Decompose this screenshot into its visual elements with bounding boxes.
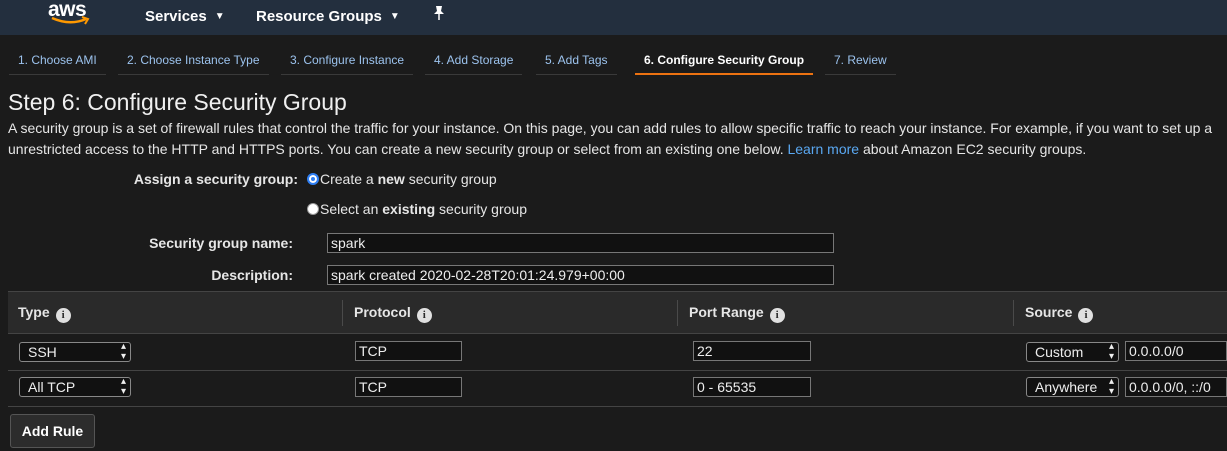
source-cidr-field[interactable]: 0.0.0.0/0, ::/0 [1125, 377, 1227, 397]
option-existing-suffix: security group [435, 201, 527, 217]
port-range-field[interactable]: 22 [693, 341, 811, 361]
select-arrows-icon: ▴ ▾ [120, 341, 126, 362]
intro-text: A security group is a set of firewall ru… [8, 118, 1227, 160]
tab-add-tags[interactable]: 5. Add Tags [536, 47, 617, 75]
info-icon[interactable]: i [55, 308, 71, 323]
tab-review[interactable]: 7. Review [825, 47, 896, 75]
resource-groups-menu[interactable]: Resource Groups ▼ [256, 8, 400, 25]
source-select[interactable]: Custom ▴ ▾ [1026, 342, 1119, 362]
type-select-value: All TCP [28, 379, 76, 395]
chevron-down-icon: ▼ [214, 11, 225, 22]
tab-configure-instance[interactable]: 3. Configure Instance [281, 47, 414, 75]
select-arrows-icon: ▴ ▾ [120, 376, 126, 397]
info-icon[interactable]: i [416, 308, 432, 323]
aws-logo[interactable]: aws [48, 0, 94, 30]
header-source-label: Source [1025, 304, 1073, 320]
header-type: Type i [18, 304, 71, 323]
option-existing-prefix: Select an [320, 201, 383, 217]
select-arrows-icon: ▴ ▾ [1108, 341, 1114, 362]
header-port-range-label: Port Range [689, 304, 764, 320]
header-protocol-label: Protocol [354, 304, 411, 320]
intro-line-2: unrestricted access to the HTTP and HTTP… [8, 139, 1227, 160]
tab-add-storage[interactable]: 4. Add Storage [425, 47, 523, 75]
header-type-label: Type [18, 304, 50, 320]
radio-select-existing[interactable] [307, 203, 319, 215]
page-title: Step 6: Configure Security Group [8, 89, 347, 115]
description-input[interactable]: spark created 2020-02-28T20:01:24.979+00… [327, 265, 834, 285]
source-select[interactable]: Anywhere ▴ ▾ [1026, 377, 1119, 397]
assign-security-group-label: Assign a security group: [133, 171, 298, 187]
type-select[interactable]: All TCP ▴ ▾ [19, 377, 131, 397]
option-existing-bold: existing [382, 201, 436, 217]
column-divider [1013, 300, 1014, 326]
option-new-bold: new [377, 171, 405, 187]
services-label: Services [145, 8, 207, 25]
header-protocol: Protocol i [354, 304, 432, 323]
security-group-name-input[interactable]: spark [327, 233, 834, 253]
learn-more-link[interactable]: Learn more [787, 141, 859, 157]
services-menu[interactable]: Services ▼ [145, 8, 225, 25]
security-rules-table: Type i Protocol i Port Range i Source i SSH ▴… [8, 291, 1227, 407]
resource-groups-label: Resource Groups [256, 8, 382, 25]
tab-choose-instance-type[interactable]: 2. Choose Instance Type [118, 47, 269, 75]
source-select-value: Custom [1035, 344, 1084, 360]
top-nav: aws Services ▼ Resource Groups ▼ [0, 0, 1227, 35]
add-rule-button[interactable]: Add Rule [10, 414, 95, 448]
type-select-value: SSH [28, 344, 57, 360]
wizard-tabs: 1. Choose AMI 2. Choose Instance Type 3.… [0, 35, 1227, 79]
chevron-down-icon: ▼ [389, 11, 400, 22]
type-select[interactable]: SSH ▴ ▾ [19, 342, 131, 362]
radio-select-existing-label[interactable]: Select an existing security group [320, 201, 527, 217]
info-icon[interactable]: i [1078, 308, 1094, 323]
header-port-range: Port Range i [689, 304, 785, 323]
table-row: SSH ▴ ▾ TCP 22 Custom ▴ ▾ 0.0.0.0/0 [8, 334, 1227, 371]
protocol-field[interactable]: TCP [355, 341, 462, 361]
column-divider [342, 300, 343, 326]
intro-line-2-end: about Amazon EC2 security groups. [862, 141, 1087, 157]
intro-line-2-start: unrestricted access to the HTTP and HTTP… [8, 141, 784, 157]
select-arrows-icon: ▴ ▾ [1108, 376, 1114, 397]
aws-smile-icon [51, 16, 90, 25]
intro-line-1: A security group is a set of firewall ru… [8, 120, 1213, 136]
column-divider [677, 300, 678, 326]
tab-choose-ami[interactable]: 1. Choose AMI [9, 47, 106, 75]
option-new-suffix: security group [404, 171, 497, 187]
table-header: Type i Protocol i Port Range i Source i [8, 292, 1227, 334]
source-cidr-field[interactable]: 0.0.0.0/0 [1125, 341, 1227, 361]
table-row: All TCP ▴ ▾ TCP 0 - 65535 Anywhere ▴ ▾ 0.0.0… [8, 370, 1227, 407]
header-source: Source i [1025, 304, 1094, 323]
security-group-name-label: Security group name: [149, 235, 293, 251]
option-new-prefix: Create a [320, 171, 378, 187]
source-select-value: Anywhere [1035, 379, 1098, 395]
description-label: Description: [211, 267, 293, 283]
info-icon[interactable]: i [769, 308, 785, 323]
tab-configure-security-group[interactable]: 6. Configure Security Group [635, 47, 814, 75]
radio-create-new[interactable] [307, 173, 319, 185]
pin-icon[interactable] [432, 5, 446, 21]
protocol-field[interactable]: TCP [355, 377, 462, 397]
port-range-field[interactable]: 0 - 65535 [693, 377, 811, 397]
radio-create-new-label[interactable]: Create a new security group [320, 171, 497, 187]
